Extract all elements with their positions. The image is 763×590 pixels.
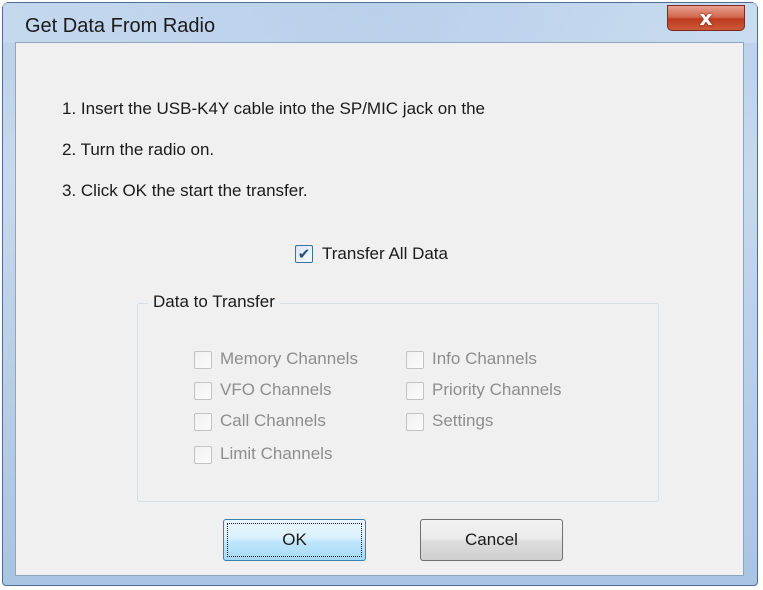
info-channels-label: Info Channels (432, 349, 537, 368)
settings-label: Settings (432, 411, 494, 430)
checkmark-icon: ✔ (297, 244, 311, 263)
cancel-button[interactable]: Cancel (420, 519, 563, 561)
close-icon: x (699, 6, 713, 30)
instruction-step-3: 3. Click OK the start the transfer. (62, 181, 308, 200)
transfer-all-checkbox[interactable]: ✔ (295, 245, 313, 263)
settings-checkbox[interactable] (406, 413, 424, 431)
call-channels-label: Call Channels (220, 411, 326, 430)
vfo-channels-label: VFO Channels (220, 380, 332, 399)
priority-channels-label: Priority Channels (432, 380, 562, 399)
memory-channels-checkbox[interactable] (194, 351, 212, 369)
priority-channels-checkbox[interactable] (406, 382, 424, 400)
memory-channels-label: Memory Channels (220, 349, 358, 368)
limit-channels-checkbox[interactable] (194, 446, 212, 464)
data-to-transfer-group: Data to Transfer Memory Channels VFO Cha… (137, 292, 659, 502)
dialog-content: 1. Insert the USB-K4Y cable into the SP/… (15, 42, 744, 576)
instruction-step-2: 2. Turn the radio on. (62, 140, 215, 159)
dialog-window: Get Data From Radio x 1. Insert the USB-… (2, 2, 758, 586)
limit-channels-label: Limit Channels (220, 444, 333, 463)
close-button[interactable]: x (667, 5, 745, 31)
instruction-step-1: 1. Insert the USB-K4Y cable into the SP/… (62, 99, 486, 118)
info-channels-checkbox[interactable] (406, 351, 424, 369)
vfo-channels-checkbox[interactable] (194, 382, 212, 400)
ok-button[interactable]: OK (223, 519, 366, 561)
call-channels-checkbox[interactable] (194, 413, 212, 431)
group-title: Data to Transfer (148, 292, 280, 312)
window-title: Get Data From Radio (25, 15, 216, 37)
title-bar[interactable]: Get Data From Radio x (3, 3, 757, 43)
transfer-all-label[interactable]: Transfer All Data (322, 244, 448, 264)
